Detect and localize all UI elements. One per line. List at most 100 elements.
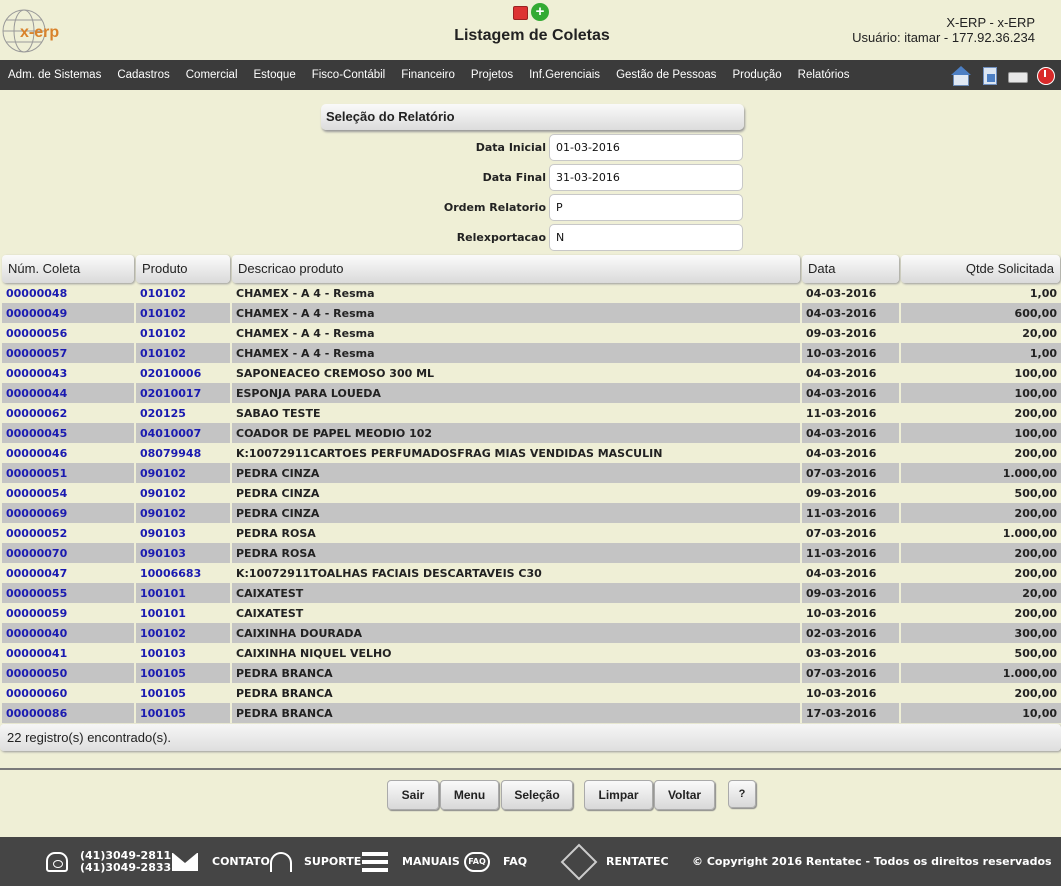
menu-item-inf-gerenciais[interactable]: Inf.Gerenciais [529, 69, 600, 81]
cell-num-coleta[interactable]: 00000041 [2, 643, 134, 663]
pdf-icon[interactable] [513, 6, 528, 20]
rentatec-link[interactable]: RENTATEC [606, 855, 669, 868]
menu-item-cadastros[interactable]: Cadastros [117, 69, 169, 81]
rentatec-logo-icon [560, 843, 598, 880]
column-header-descricao[interactable]: Descricao produto [232, 255, 800, 283]
cell-produto[interactable]: 010102 [136, 303, 230, 323]
cell-produto[interactable]: 100102 [136, 623, 230, 643]
cell-num-coleta[interactable]: 00000069 [2, 503, 134, 523]
footer-faq[interactable]: FAQ FAQ [464, 837, 527, 886]
cell-num-coleta[interactable]: 00000055 [2, 583, 134, 603]
menu-tools [951, 60, 1061, 90]
cell-produto[interactable]: 02010006 [136, 363, 230, 383]
column-header-num-coleta[interactable]: Núm. Coleta [2, 255, 134, 283]
cell-data: 07-03-2016 [802, 663, 899, 683]
data-final-label: Data Final [482, 171, 546, 184]
limpar-button[interactable]: Limpar [584, 780, 653, 810]
home-icon[interactable] [951, 65, 971, 86]
cell-num-coleta[interactable]: 00000049 [2, 303, 134, 323]
menu-item-fisco-contabil[interactable]: Fisco-Contábil [312, 69, 386, 81]
help-button[interactable]: ? [728, 780, 756, 808]
cell-num-coleta[interactable]: 00000059 [2, 603, 134, 623]
menu-item-financeiro[interactable]: Financeiro [401, 69, 455, 81]
menu-item-projetos[interactable]: Projetos [471, 69, 513, 81]
menu-item-producao[interactable]: Produção [732, 69, 781, 81]
faq-link[interactable]: FAQ [503, 855, 527, 868]
cell-num-coleta[interactable]: 00000046 [2, 443, 134, 463]
cell-produto[interactable]: 100101 [136, 603, 230, 623]
selecao-button[interactable]: Seleção [501, 780, 573, 810]
footer-contato[interactable]: CONTATO [172, 837, 270, 886]
cell-produto[interactable]: 010102 [136, 323, 230, 343]
cell-num-coleta[interactable]: 00000040 [2, 623, 134, 643]
cell-num-coleta[interactable]: 00000047 [2, 563, 134, 583]
cell-num-coleta[interactable]: 00000052 [2, 523, 134, 543]
data-final-input[interactable]: 31-03-2016 [549, 164, 743, 191]
table-row: 00000046 08079948 K:10072911CARTOES PERFUM… [0, 443, 1061, 463]
cell-num-coleta[interactable]: 00000062 [2, 403, 134, 423]
cell-produto[interactable]: 04010007 [136, 423, 230, 443]
cell-produto[interactable]: 010102 [136, 283, 230, 303]
cell-produto[interactable]: 010102 [136, 343, 230, 363]
cell-produto[interactable]: 100105 [136, 703, 230, 723]
table-row: 00000045 04010007 COADOR DE PAPEL MEODIO 1… [0, 423, 1061, 443]
column-header-produto[interactable]: Produto [136, 255, 230, 283]
suporte-link[interactable]: SUPORTE [304, 855, 361, 868]
field-row-data-inicial: Data Inicial 01-03-2016 [321, 134, 744, 162]
cell-produto[interactable]: 100105 [136, 663, 230, 683]
cell-qtde: 10,00 [901, 703, 1061, 723]
footer-manuais[interactable]: MANUAIS [362, 837, 460, 886]
cell-num-coleta[interactable]: 00000048 [2, 283, 134, 303]
relexportacao-input[interactable]: N [549, 224, 743, 251]
contato-link[interactable]: CONTATO [212, 855, 270, 868]
menu-item-relatorios[interactable]: Relatórios [798, 69, 850, 81]
cell-num-coleta[interactable]: 00000086 [2, 703, 134, 723]
power-icon[interactable] [1035, 65, 1055, 85]
cell-produto[interactable]: 10006683 [136, 563, 230, 583]
cell-descricao: PEDRA BRANCA [232, 663, 800, 683]
menu-item-gestao-pessoas[interactable]: Gestão de Pessoas [616, 69, 716, 81]
table-row: 00000069 090102 PEDRA CINZA 11-03-2016 200,0… [0, 503, 1061, 523]
cell-produto[interactable]: 090102 [136, 483, 230, 503]
print-icon[interactable] [1007, 65, 1028, 85]
cell-num-coleta[interactable]: 00000057 [2, 343, 134, 363]
cell-num-coleta[interactable]: 00000043 [2, 363, 134, 383]
cell-produto[interactable]: 02010017 [136, 383, 230, 403]
cell-produto[interactable]: 090103 [136, 523, 230, 543]
cell-produto[interactable]: 090102 [136, 463, 230, 483]
cell-num-coleta[interactable]: 00000070 [2, 543, 134, 563]
ordem-relatorio-input[interactable]: P [549, 194, 743, 221]
cell-produto[interactable]: 08079948 [136, 443, 230, 463]
cell-data: 07-03-2016 [806, 527, 877, 540]
voltar-button[interactable]: Voltar [654, 780, 715, 810]
data-inicial-label: Data Inicial [475, 141, 546, 154]
footer-suporte[interactable]: SUPORTE [270, 837, 361, 886]
cell-num-coleta[interactable]: 00000045 [2, 423, 134, 443]
sair-button[interactable]: Sair [387, 780, 439, 810]
cell-num-coleta[interactable]: 00000044 [2, 383, 134, 403]
cell-num-coleta[interactable]: 00000051 [2, 463, 134, 483]
column-header-qtde[interactable]: Qtde Solicitada [901, 255, 1060, 283]
menu-item-estoque[interactable]: Estoque [254, 69, 296, 81]
manuais-link[interactable]: MANUAIS [402, 855, 460, 868]
cell-produto[interactable]: 020125 [136, 403, 230, 423]
cell-produto[interactable]: 100101 [136, 583, 230, 603]
data-inicial-input[interactable]: 01-03-2016 [549, 134, 743, 161]
cell-num-coleta[interactable]: 00000054 [2, 483, 134, 503]
cell-produto[interactable]: 100105 [136, 683, 230, 703]
menu-button[interactable]: Menu [440, 780, 499, 810]
footer-copyright: © Copyright 2016 Rentatec - Todos os dir… [692, 837, 1052, 886]
add-icon[interactable]: + [531, 3, 549, 21]
footer-rentatec[interactable]: RENTATEC [560, 837, 669, 886]
menu-item-adm-sistemas[interactable]: Adm. de Sistemas [8, 69, 101, 81]
cell-produto[interactable]: 100103 [136, 643, 230, 663]
cell-num-coleta[interactable]: 00000060 [2, 683, 134, 703]
cell-num-coleta[interactable]: 00000050 [2, 663, 134, 683]
document-icon[interactable] [979, 65, 999, 85]
cell-data: 09-03-2016 [806, 487, 877, 500]
column-header-data[interactable]: Data [802, 255, 899, 283]
cell-produto[interactable]: 090102 [136, 503, 230, 523]
cell-produto[interactable]: 090103 [136, 543, 230, 563]
menu-item-comercial[interactable]: Comercial [186, 69, 238, 81]
cell-num-coleta[interactable]: 00000056 [2, 323, 134, 343]
